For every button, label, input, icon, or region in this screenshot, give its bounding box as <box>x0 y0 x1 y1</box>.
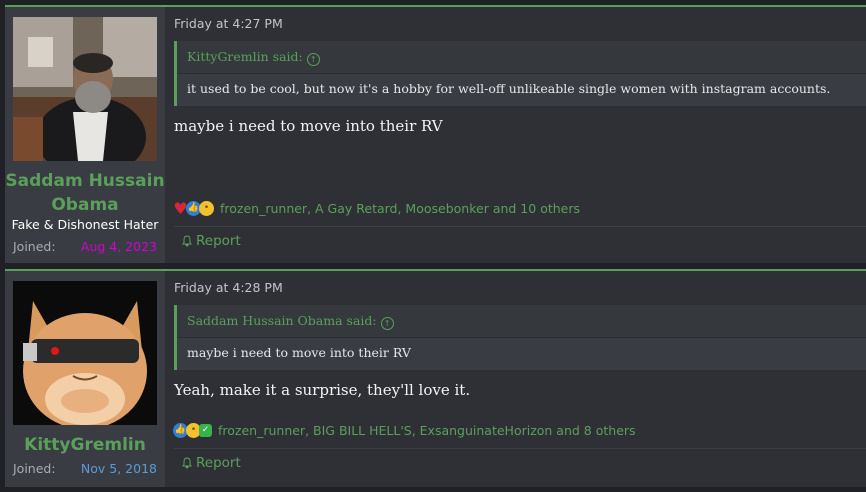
post-date[interactable]: Friday at 4:27 PM <box>174 16 283 31</box>
divider <box>174 226 866 227</box>
post-message: Yeah, make it a surprise, they'll love i… <box>174 381 471 399</box>
bell-icon <box>182 457 192 469</box>
report-button[interactable]: Report <box>181 455 241 471</box>
report-label: Report <box>196 233 241 249</box>
joined-label: Joined: <box>13 461 56 476</box>
avatar[interactable] <box>13 281 157 425</box>
quote-block: Saddam Hussain Obama said: ↑ maybe i need… <box>174 305 866 370</box>
joined-date: Aug 4, 2023 <box>80 239 157 254</box>
joined-date: Nov 5, 2018 <box>80 461 157 476</box>
reactions-bar[interactable]: ♥ 👍 • frozen_runner, A Gay Retard, Moose… <box>173 199 580 218</box>
username[interactable]: Saddam Hussain Obama <box>5 169 165 217</box>
quote-text: maybe i need to move into their RV <box>177 337 866 370</box>
post-main: Friday at 4:28 PM Saddam Hussain Obama s… <box>171 271 866 487</box>
report-button[interactable]: Report <box>181 233 241 249</box>
quote-block: KittyGremlin said: ↑ it used to be cool, … <box>174 41 866 106</box>
check-icon: ✓ <box>199 423 212 437</box>
user-panel: Saddam Hussain Obama Fake & Dishonest Ha… <box>5 7 165 263</box>
reaction-users[interactable]: frozen_runner, BIG BILL HELL'S, Exsangui… <box>218 423 636 438</box>
user-panel: KittyGremlin Joined: Nov 5, 2018 <box>5 271 165 487</box>
username[interactable]: KittyGremlin <box>5 433 165 457</box>
quote-header[interactable]: KittyGremlin said: ↑ <box>177 41 866 73</box>
arrow-up-circle-icon[interactable]: ↑ <box>306 53 320 66</box>
post-message: maybe i need to move into their RV <box>174 117 443 135</box>
joined-label: Joined: <box>13 239 56 254</box>
bell-icon <box>182 235 192 247</box>
arrow-up-circle-icon[interactable]: ↑ <box>380 317 394 330</box>
report-label: Report <box>196 455 241 471</box>
post-date[interactable]: Friday at 4:28 PM <box>174 280 283 295</box>
thinking-icon: • <box>199 200 214 216</box>
quote-text: it used to be cool, but now it's a hobby… <box>177 73 866 106</box>
avatar[interactable] <box>13 17 157 161</box>
reactions-bar[interactable]: 👍 • ✓ frozen_runner, BIG BILL HELL'S, Ex… <box>173 421 636 439</box>
post: KittyGremlin Joined: Nov 5, 2018 Friday … <box>5 269 866 487</box>
reaction-users[interactable]: frozen_runner, A Gay Retard, Moosebonker… <box>220 201 580 216</box>
post-main: Friday at 4:27 PM KittyGremlin said: ↑ it… <box>171 7 866 263</box>
quote-author[interactable]: KittyGremlin said: <box>187 49 303 64</box>
quote-header[interactable]: Saddam Hussain Obama said: ↑ <box>177 305 866 337</box>
divider <box>174 448 866 449</box>
user-title: Fake & Dishonest Hater <box>11 217 159 232</box>
post: Saddam Hussain Obama Fake & Dishonest Ha… <box>5 5 866 263</box>
quote-author[interactable]: Saddam Hussain Obama said: <box>187 313 377 328</box>
